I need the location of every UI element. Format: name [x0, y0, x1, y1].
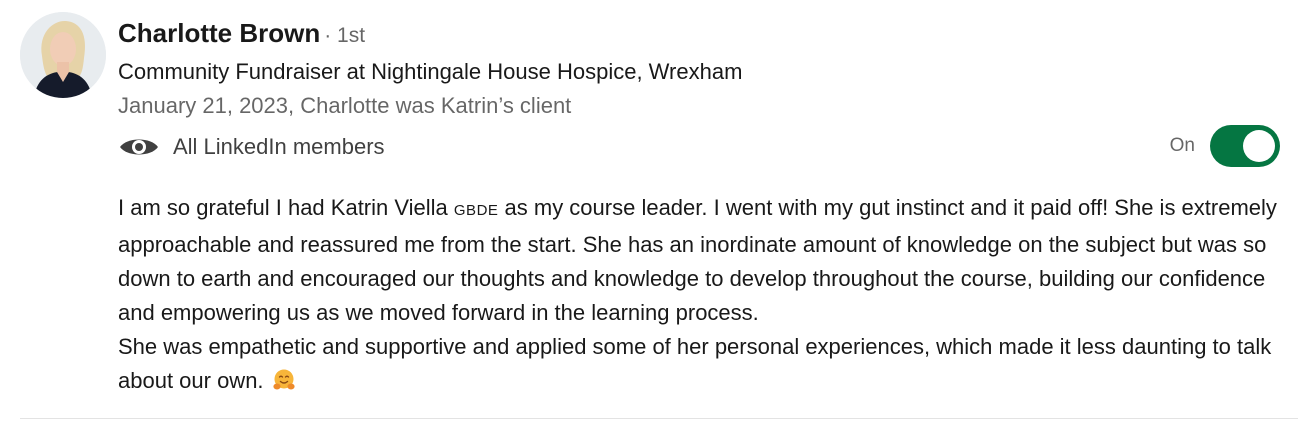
recommendation-meta: January 21, 2023, Charlotte was Katrin’s… [118, 93, 572, 118]
visibility-setting: All LinkedIn members [118, 128, 385, 166]
paragraph-1-start: I am so grateful I had Katrin Viella [118, 195, 454, 220]
visibility-toggle[interactable] [1210, 125, 1280, 167]
recommendation-paragraph-2: She was empathetic and supportive and ap… [118, 330, 1280, 398]
connection-degree: · 1st [324, 24, 366, 47]
avatar[interactable] [20, 12, 106, 98]
recommendation-text: I am so grateful I had Katrin Viella GBD… [118, 191, 1280, 398]
avatar-photo [20, 12, 106, 98]
visibility-label: All LinkedIn members [173, 134, 385, 159]
hugging-face-icon [272, 368, 296, 392]
toggle-knob [1243, 130, 1275, 162]
recommendation-paragraph-1: I am so grateful I had Katrin Viella GBD… [118, 191, 1280, 330]
eye-icon [118, 135, 160, 159]
toggle-state-label: On [1169, 135, 1195, 156]
author-line: Charlotte Brown · 1st [118, 18, 365, 52]
credential-suffix: GBDE [453, 202, 499, 219]
author-name[interactable]: Charlotte Brown [118, 18, 320, 49]
author-headline: Community Fundraiser at Nightingale Hous… [118, 59, 743, 84]
divider [20, 418, 1298, 419]
visibility-toggle-group: On [1170, 125, 1280, 167]
recommendation-card: Charlotte Brown · 1st Community Fundrais… [0, 0, 1298, 425]
